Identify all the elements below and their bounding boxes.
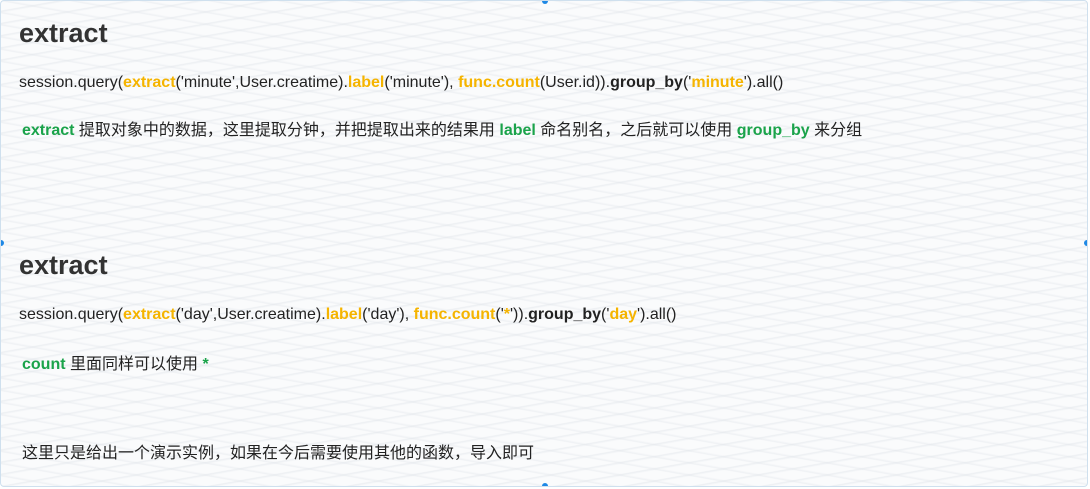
description-text: 命名别名，之后就可以使用 <box>535 122 737 139</box>
code-function-label: label <box>325 306 363 323</box>
code-text: ').all() <box>743 74 784 91</box>
section-heading: extract <box>19 250 108 280</box>
term-count: count <box>22 356 66 373</box>
code-function-count: func.count <box>413 306 496 323</box>
code-keyword-group-by: group_by <box>528 306 602 323</box>
code-function-extract: extract <box>123 74 176 91</box>
term-group-by: group_by <box>736 122 810 139</box>
resize-handle-left[interactable] <box>1 240 4 246</box>
term-star: * <box>202 356 209 373</box>
code-text: ('day',User.creatime). <box>175 306 326 323</box>
resize-handle-top[interactable] <box>542 1 548 4</box>
code-line: session.query(extract('minute',User.crea… <box>19 73 1069 93</box>
code-text: ').all() <box>637 306 677 323</box>
code-text: ('minute',User.creatime). <box>175 74 348 91</box>
code-string-day: day <box>609 306 638 323</box>
term-label: label <box>499 122 536 139</box>
code-string-minute: minute <box>691 74 744 91</box>
code-keyword-group-by: group_by <box>610 74 683 91</box>
code-text: session.query( <box>19 306 124 323</box>
code-text: (User.id)). <box>539 74 611 91</box>
section-heading: extract <box>19 18 108 48</box>
code-line: session.query(extract('day',User.creatim… <box>19 305 1069 325</box>
section-minute: extract session.query(extract('minute',U… <box>19 15 1069 141</box>
code-function-extract: extract <box>123 306 176 323</box>
code-text: ('minute'), <box>384 74 459 91</box>
code-text: ')). <box>510 306 529 323</box>
description-line: count 里面同样可以使用 * <box>22 355 1069 375</box>
section-day: extract session.query(extract('day',User… <box>19 247 1069 375</box>
code-function-label: label <box>347 74 385 91</box>
slide-frame: extract session.query(extract('minute',U… <box>0 0 1088 487</box>
description-text: 来分组 <box>809 122 863 139</box>
code-text: (' <box>495 306 504 323</box>
description-line: extract 提取对象中的数据，这里提取分钟，并把提取出来的结果用 label… <box>22 121 1069 141</box>
resize-handle-bottom[interactable] <box>542 483 548 486</box>
term-extract: extract <box>22 122 75 139</box>
description-text: 提取对象中的数据，这里提取分钟，并把提取出来的结果用 <box>74 122 500 139</box>
code-text: ('day'), <box>362 306 414 323</box>
description-text: 里面同样可以使用 <box>65 356 203 373</box>
code-text: session.query( <box>19 74 124 91</box>
resize-handle-right[interactable] <box>1084 240 1087 246</box>
footer-note: 这里只是给出一个演示实例，如果在今后需要使用其他的函数，导入即可 <box>22 445 535 462</box>
code-function-count: func.count <box>458 74 540 91</box>
